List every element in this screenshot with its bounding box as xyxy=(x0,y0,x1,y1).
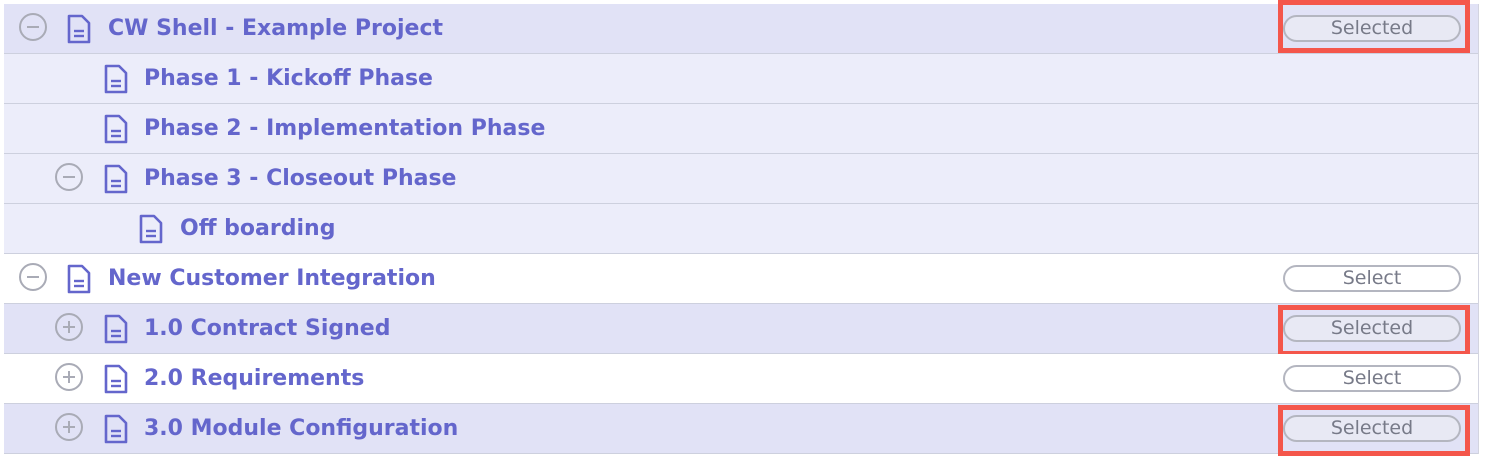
document-icon xyxy=(104,364,128,394)
tree-row-label[interactable]: 3.0 Module Configuration xyxy=(144,404,458,453)
document-icon xyxy=(104,164,128,194)
document-icon xyxy=(104,314,128,344)
tree-row-label[interactable]: Phase 3 - Closeout Phase xyxy=(144,154,456,203)
tree-row-phase-1[interactable]: Phase 1 - Kickoff Phase xyxy=(4,54,1478,104)
document-icon xyxy=(104,114,128,144)
selected-button[interactable]: Selected xyxy=(1283,315,1461,342)
document-icon xyxy=(104,414,128,444)
tree-row-cw-shell[interactable]: CW Shell - Example Project Selected xyxy=(4,0,1478,54)
tree-row-label[interactable]: Phase 2 - Implementation Phase xyxy=(144,104,545,153)
tree-row-label[interactable]: 2.0 Requirements xyxy=(144,354,364,403)
tree-row-label[interactable]: Phase 1 - Kickoff Phase xyxy=(144,54,433,103)
tree-row-phase-3[interactable]: Phase 3 - Closeout Phase xyxy=(4,154,1478,204)
tree-row-label[interactable]: Off boarding xyxy=(180,204,335,253)
select-button[interactable]: Select xyxy=(1283,265,1461,292)
tree-row-label[interactable]: CW Shell - Example Project xyxy=(108,4,443,53)
tree-row-requirements[interactable]: 2.0 Requirements Select xyxy=(4,354,1478,404)
document-icon xyxy=(139,214,163,244)
project-tree: CW Shell - Example Project Selected Phas… xyxy=(4,0,1479,456)
document-icon xyxy=(67,264,91,294)
tree-row-phase-2[interactable]: Phase 2 - Implementation Phase xyxy=(4,104,1478,154)
expand-icon[interactable] xyxy=(55,413,83,441)
collapse-icon[interactable] xyxy=(55,163,83,191)
document-icon xyxy=(67,14,91,44)
expand-icon[interactable] xyxy=(55,363,83,391)
selected-button[interactable]: Selected xyxy=(1283,15,1461,42)
expand-icon[interactable] xyxy=(55,313,83,341)
tree-row-off-boarding[interactable]: Off boarding xyxy=(4,204,1478,254)
selected-button[interactable]: Selected xyxy=(1283,415,1461,442)
collapse-icon[interactable] xyxy=(19,263,47,291)
tree-row-new-customer-integration[interactable]: New Customer Integration Select xyxy=(4,254,1478,304)
tree-row-label[interactable]: New Customer Integration xyxy=(108,254,436,303)
tree-row-module-configuration[interactable]: 3.0 Module Configuration Selected xyxy=(4,404,1478,456)
tree-row-label[interactable]: 1.0 Contract Signed xyxy=(144,304,390,353)
collapse-icon[interactable] xyxy=(19,13,47,41)
document-icon xyxy=(104,64,128,94)
tree-row-contract-signed[interactable]: 1.0 Contract Signed Selected xyxy=(4,304,1478,356)
select-button[interactable]: Select xyxy=(1283,365,1461,392)
